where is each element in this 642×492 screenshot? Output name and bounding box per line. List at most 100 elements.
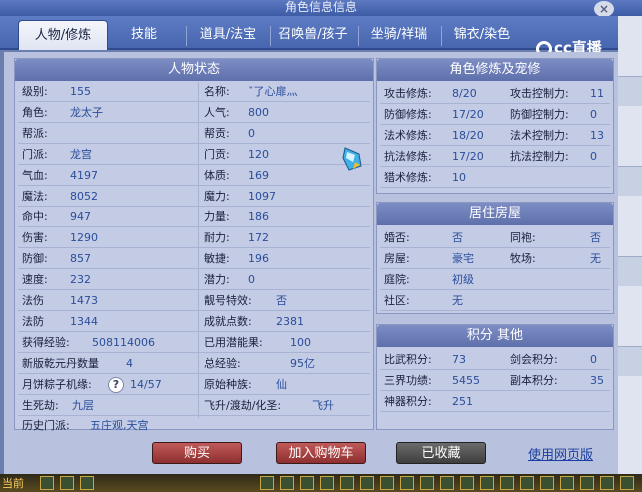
- close-icon[interactable]: ×: [594, 1, 614, 17]
- bar-slot[interactable]: [400, 476, 414, 490]
- status-value: 1290: [70, 231, 98, 245]
- status-row: 生死劫: 九层: [22, 396, 200, 416]
- tab-costumes-dye[interactable]: 锦衣/染色: [444, 20, 520, 50]
- bar-slot[interactable]: [260, 476, 274, 490]
- window-title: 角色信息信息: [284, 0, 357, 14]
- house-row: 社区: 无: [384, 291, 610, 311]
- bar-slot[interactable]: [480, 476, 494, 490]
- status-label: 力量:: [204, 210, 230, 224]
- score-label: 比武积分:: [384, 353, 432, 366]
- bar-slot[interactable]: [60, 476, 74, 490]
- edge-stripe: [618, 346, 642, 376]
- cultivation-heading: 角色修炼及宠修: [377, 59, 613, 81]
- status-row: 角色: 龙太子: [22, 103, 200, 123]
- status-value: 196: [248, 252, 269, 266]
- status-value: 169: [248, 168, 269, 182]
- house-row: 房屋: 豪宅 牧场: 无: [384, 249, 610, 269]
- status-label: 气血:: [22, 168, 48, 182]
- status-row: 人气: 800: [204, 103, 370, 123]
- cultivation-value: 0: [590, 108, 597, 121]
- bar-slot[interactable]: [620, 476, 634, 490]
- cultivation-label: 抗法控制力:: [510, 150, 569, 163]
- tab-items-treasures[interactable]: 道具/法宝: [190, 20, 266, 50]
- status-row: 法伤 1473: [22, 291, 200, 311]
- bar-slot[interactable]: [300, 476, 314, 490]
- status-value: 0: [248, 273, 255, 287]
- status-value: 14/57: [130, 377, 162, 391]
- bar-slot[interactable]: [340, 476, 354, 490]
- buy-button[interactable]: 购买: [152, 442, 242, 464]
- status-value: 龙太子: [70, 105, 103, 119]
- status-label: 靓号特效:: [204, 294, 252, 307]
- bar-slot[interactable]: [280, 476, 294, 490]
- status-label: 体质:: [204, 168, 230, 182]
- bar-slot[interactable]: [320, 476, 334, 490]
- cultivation-value: 10: [452, 171, 466, 184]
- house-label: 房屋:: [384, 252, 410, 265]
- cultivation-value: 11: [590, 87, 604, 100]
- status-label: 名称:: [204, 85, 230, 98]
- bar-slot[interactable]: [420, 476, 434, 490]
- score-heading: 积分 其他: [377, 325, 613, 347]
- status-label: 敏捷:: [204, 252, 230, 266]
- bar-slot[interactable]: [580, 476, 594, 490]
- cultivation-row: 猎术修炼: 10: [384, 168, 610, 188]
- tab-character-cultivation[interactable]: 人物/修炼: [18, 20, 108, 50]
- score-label: 神器积分:: [384, 395, 432, 408]
- bar-slot[interactable]: [560, 476, 574, 490]
- help-icon[interactable]: ?: [108, 376, 124, 393]
- score-value: 35: [590, 374, 604, 387]
- row-divider: [380, 145, 610, 146]
- status-label: 生死劫:: [22, 398, 59, 412]
- web-version-link[interactable]: 使用网页版: [528, 444, 593, 463]
- status-value: 4197: [70, 168, 98, 182]
- status-row: 耐力: 172: [204, 228, 370, 248]
- bar-slot[interactable]: [440, 476, 454, 490]
- status-value: 100: [290, 335, 311, 349]
- cultivation-label: 猎术修炼:: [384, 171, 432, 184]
- tab-mounts[interactable]: 坐骑/祥瑞: [360, 20, 438, 50]
- status-row: 帮贡: 0: [204, 124, 370, 144]
- row-divider: [380, 268, 610, 269]
- status-value: 155: [70, 85, 91, 98]
- status-row: 伤害: 1290: [22, 228, 200, 248]
- tab-skills[interactable]: 技能: [112, 20, 176, 50]
- bar-slot[interactable]: [500, 476, 514, 490]
- status-row: 名称: ˇ了心扉灬: [204, 82, 370, 102]
- status-label: 魔法:: [22, 189, 48, 203]
- score-value: 0: [590, 353, 597, 366]
- row-divider: [380, 411, 610, 412]
- main-content: 人物状态 角色修炼及宠修 居住房屋 积分 其他 级别: 155 角色: 龙太子 帮派: 门…: [4, 52, 618, 432]
- bar-slot[interactable]: [460, 476, 474, 490]
- cultivation-label: 防御控制力:: [510, 108, 569, 121]
- status-label: 速度:: [22, 273, 48, 287]
- footer-bar: 购买 加入购物车 已收藏 使用网页版: [4, 432, 618, 474]
- status-row: 成就点数: 2381: [204, 312, 370, 332]
- bar-slot[interactable]: [600, 476, 614, 490]
- status-value: 186: [248, 210, 269, 224]
- status-label: 门派:: [22, 147, 48, 161]
- row-divider: [380, 390, 610, 391]
- status-label: 月饼粽子机缘:: [22, 377, 92, 391]
- status-row: 法防 1344: [22, 312, 200, 332]
- bar-slot[interactable]: [540, 476, 554, 490]
- status-row: 原始种族: 仙: [204, 375, 370, 395]
- cultivation-row: 攻击修炼: 8/20 攻击控制力: 11: [384, 84, 610, 104]
- cultivation-row: 法术修炼: 18/20 法术控制力: 13: [384, 126, 610, 146]
- bar-slot[interactable]: [360, 476, 374, 490]
- status-label: 获得经验:: [22, 335, 70, 349]
- tab-pets-children[interactable]: 召唤兽/孩子: [272, 20, 354, 50]
- house-label: 社区:: [384, 294, 410, 307]
- status-row: 靓号特效: 否: [204, 291, 370, 311]
- house-label: 同袍:: [510, 231, 536, 244]
- collected-button[interactable]: 已收藏: [396, 442, 486, 464]
- house-value: 豪宅: [452, 252, 474, 265]
- cultivation-row: 抗法修炼: 17/20 抗法控制力: 0: [384, 147, 610, 167]
- current-badge: 当前: [2, 477, 24, 490]
- bar-slot[interactable]: [520, 476, 534, 490]
- bar-slot[interactable]: [380, 476, 394, 490]
- bar-slot[interactable]: [40, 476, 54, 490]
- row-divider: [380, 124, 610, 125]
- bar-slot[interactable]: [80, 476, 94, 490]
- add-to-cart-button[interactable]: 加入购物车: [276, 442, 366, 464]
